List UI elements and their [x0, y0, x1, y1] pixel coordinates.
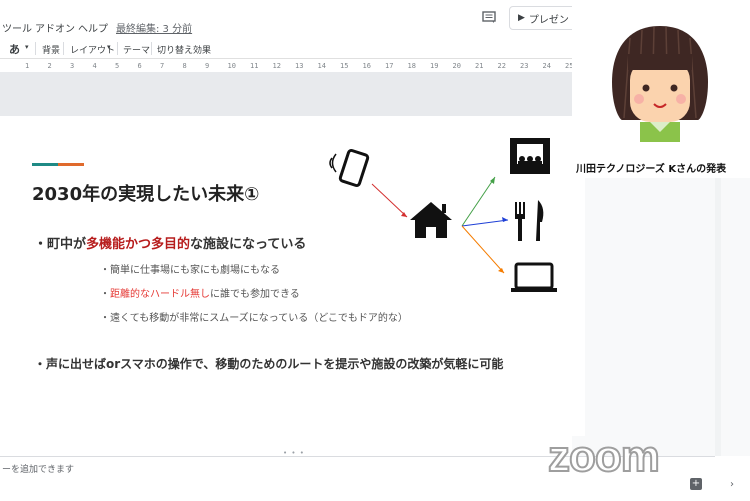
toolbar-divider — [63, 42, 64, 55]
ruler-tick: 10 — [227, 62, 236, 70]
slide-title: 2030年の実現したい未来① — [32, 184, 260, 205]
sub-bullet-2: ・距離的なハードル無しに誰でも参加できる — [100, 285, 300, 300]
resize-handle[interactable]: • • • — [283, 449, 305, 457]
comment-icon[interactable] — [482, 11, 498, 25]
ruler-tick: 4 — [92, 62, 97, 70]
slide-diagram — [329, 138, 557, 292]
present-button-label: プレゼン — [528, 14, 569, 26]
bullet-2: ・声に出せばorスマホの操作で、移動のためのルートを提示や施設の改築が気軽に可能 — [34, 357, 504, 371]
zoom-watermark: zoom — [547, 431, 661, 482]
ruler-tick: 19 — [430, 62, 439, 70]
ruler-tick: 20 — [452, 62, 461, 70]
restaurant-icon — [515, 200, 544, 241]
phone-icon — [329, 148, 370, 188]
toolbar-divider — [117, 42, 118, 55]
chevron-right-icon[interactable]: › — [730, 479, 734, 490]
ruler-tick: 2 — [47, 62, 52, 70]
theater-icon — [510, 138, 550, 174]
laptop-icon — [511, 262, 557, 292]
chevron-down-icon[interactable]: ▾ — [25, 43, 29, 51]
ruler-tick: 14 — [317, 62, 326, 70]
chevron-down-icon[interactable]: ▾ — [107, 43, 111, 51]
sub-bullet-2-suffix: に誰でも参加できる — [210, 289, 300, 300]
ruler-tick: 12 — [272, 62, 281, 70]
present-icon: ▶ — [518, 13, 525, 23]
input-mode-button[interactable]: あ — [9, 41, 20, 57]
ruler-tick: 16 — [362, 62, 371, 70]
ruler-tick: 8 — [182, 62, 187, 70]
toolbar-divider — [151, 42, 152, 55]
menu-tools[interactable]: ツール — [2, 20, 32, 35]
ruler-tick: 1 — [25, 62, 30, 70]
transition-button[interactable]: 切り替え効果 — [157, 43, 211, 56]
toolbar-divider — [35, 42, 36, 55]
bullet-1: ・町中が多機能かつ多目的な施設になっている — [34, 233, 306, 252]
bullet-1-prefix: ・町中が — [34, 237, 87, 252]
house-icon — [410, 202, 452, 238]
last-edit-link[interactable]: 最終編集: 3 分前 — [116, 20, 192, 35]
bullet-1-highlight: 多機能かつ多目的 — [86, 237, 191, 252]
ruler-tick: 22 — [497, 62, 506, 70]
ruler-tick: 18 — [407, 62, 416, 70]
add-icon[interactable]: + — [690, 478, 702, 490]
ruler-tick: 21 — [475, 62, 484, 70]
ruler-tick: 5 — [115, 62, 120, 70]
ruler-tick: 11 — [250, 62, 259, 70]
bullet-1-suffix: な施設になっている — [190, 237, 307, 252]
ruler-tick: 17 — [385, 62, 394, 70]
title-accent-bar — [32, 163, 58, 166]
ruler-tick: 7 — [160, 62, 165, 70]
speaker-avatar — [612, 26, 708, 142]
menu-help[interactable]: ヘルプ — [78, 20, 108, 35]
sub-bullet-2-highlight: 距離的なハードル無し — [110, 289, 210, 300]
ruler-tick: 24 — [542, 62, 551, 70]
menu-addons[interactable]: アドオン — [35, 20, 75, 35]
ruler-tick: 15 — [340, 62, 349, 70]
background-button[interactable]: 背景 — [42, 43, 60, 56]
ruler-tick: 23 — [520, 62, 529, 70]
canvas-background — [0, 72, 572, 116]
speaker-name-label: 川田テクノロジーズ Kさんの発表 — [576, 164, 727, 175]
sub-bullet-1: ・簡単に仕事場にも家にも劇場にもなる — [100, 265, 280, 276]
notes-placeholder[interactable]: ーを追加できます — [2, 462, 74, 475]
theme-button[interactable]: テーマ — [123, 43, 150, 56]
ruler-tick: 13 — [295, 62, 304, 70]
ruler-tick: 9 — [205, 62, 210, 70]
ruler-tick: 6 — [137, 62, 142, 70]
ruler-tick: 3 — [70, 62, 75, 70]
toolbar: あ ▾ 背景 レイアウト ▾ テーマ 切り替え効果 — [0, 40, 572, 58]
present-button[interactable]: ▶ プレゼン — [509, 6, 579, 30]
title-accent-bar — [58, 163, 84, 166]
sub-bullet-3: ・遠くても移動が非常にスムーズになっている（どこでもドア的な） — [100, 313, 408, 324]
sub-bullet-2-prefix: ・ — [100, 289, 110, 300]
